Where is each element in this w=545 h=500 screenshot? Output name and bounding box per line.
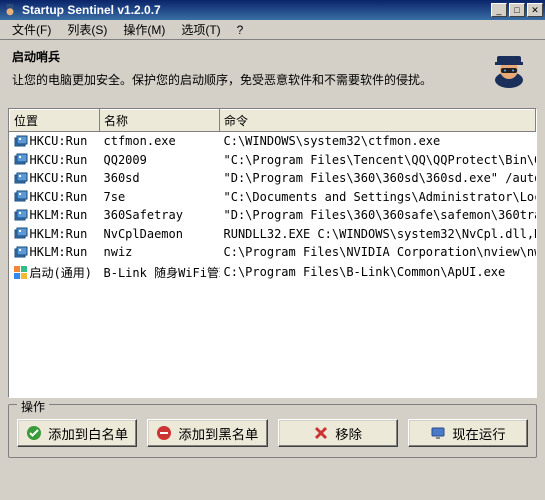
remove-label: 移除 <box>335 424 362 443</box>
menubar: 文件(F) 列表(S) 操作(M) 选项(T) ? <box>0 20 545 40</box>
running-button[interactable]: 现在运行 <box>408 419 528 447</box>
menu-list[interactable]: 列表(S) <box>59 19 115 40</box>
block-icon <box>156 425 172 441</box>
table-row[interactable]: HKCU:Run 360sd"D:\Program Files\360\360sd… <box>10 169 536 188</box>
operations-legend: 操作 <box>17 398 49 415</box>
row-location: HKCU:Run <box>30 134 88 148</box>
registry-icon <box>14 172 28 186</box>
row-location: 启动(通用) <box>30 266 92 280</box>
row-name: nwiz <box>100 243 220 262</box>
check-icon <box>26 425 42 441</box>
row-location: HKLM:Run <box>30 208 88 222</box>
blacklist-button[interactable]: 添加到黑名单 <box>147 419 267 447</box>
col-location[interactable]: 位置 <box>10 110 100 132</box>
row-command: "C:\Documents and Settings\Administrator… <box>220 188 536 207</box>
row-command: "D:\Program Files\360\360safe\safemon\36… <box>220 206 536 225</box>
table-row[interactable]: HKCU:Run QQ2009"C:\Program Files\Tencent\… <box>10 151 536 170</box>
monitor-icon <box>430 425 446 441</box>
row-name: 360Safetray <box>100 206 220 225</box>
page-description: 让您的电脑更加安全。保护您的启动顺序，免受恶意软件和不需要软件的侵扰。 <box>12 71 485 88</box>
row-command: C:\Program Files\B-Link\Common\ApUI.exe <box>220 262 536 283</box>
col-name[interactable]: 名称 <box>100 110 220 132</box>
row-location: HKLM:Run <box>30 245 88 259</box>
remove-button[interactable]: 移除 <box>278 419 398 447</box>
row-name: 360sd <box>100 169 220 188</box>
row-name: 7se <box>100 188 220 207</box>
delete-icon <box>313 425 329 441</box>
menu-operate[interactable]: 操作(M) <box>115 19 173 40</box>
minimize-button[interactable]: _ <box>491 3 507 17</box>
row-command: RUNDLL32.EXE C:\WINDOWS\system32\NvCpl.d… <box>220 225 536 244</box>
sentinel-icon <box>485 48 533 96</box>
header: 启动哨兵 让您的电脑更加安全。保护您的启动顺序，免受恶意软件和不需要软件的侵扰。 <box>0 40 545 104</box>
row-command: "C:\Program Files\Tencent\QQ\QQProtect\B… <box>220 151 536 170</box>
operations-group: 操作 添加到白名单 添加到黑名单 移除 现在运行 <box>8 404 537 458</box>
app-icon <box>2 2 18 18</box>
menu-file[interactable]: 文件(F) <box>4 19 59 40</box>
titlebar: Startup Sentinel v1.2.0.7 _ □ ✕ <box>0 0 545 20</box>
row-name: QQ2009 <box>100 151 220 170</box>
menu-help[interactable]: ? <box>229 21 252 39</box>
registry-icon <box>14 153 28 167</box>
col-command[interactable]: 命令 <box>220 110 536 132</box>
blacklist-label: 添加到黑名单 <box>178 424 258 443</box>
registry-icon <box>14 190 28 204</box>
row-name: NvCplDaemon <box>100 225 220 244</box>
registry-icon <box>14 246 28 260</box>
row-command: C:\Program Files\NVIDIA Corporation\nvie… <box>220 243 536 262</box>
row-location: HKCU:Run <box>30 171 88 185</box>
row-location: HKCU:Run <box>30 190 88 204</box>
menu-options[interactable]: 选项(T) <box>173 19 228 40</box>
row-command: "D:\Program Files\360\360sd\360sd.exe" /… <box>220 169 536 188</box>
row-location: HKLM:Run <box>30 227 88 241</box>
startup-table[interactable]: 位置 名称 命令 HKCU:Run ctfmon.exeC:\WINDOWS\sy… <box>8 108 537 398</box>
close-button[interactable]: ✕ <box>527 3 543 17</box>
table-row[interactable]: HKLM:Run 360Safetray"D:\Program Files\360… <box>10 206 536 225</box>
table-row[interactable]: 启动(通用) B-Link 随身WiFi管理工具.lnkC:\Program Fi… <box>10 262 536 283</box>
table-row[interactable]: HKLM:Run nwizC:\Program Files\NVIDIA Corp… <box>10 243 536 262</box>
registry-icon <box>14 227 28 241</box>
table-row[interactable]: HKLM:Run NvCplDaemonRUNDLL32.EXE C:\WINDO… <box>10 225 536 244</box>
startup-folder-icon <box>14 266 28 280</box>
window-title: Startup Sentinel v1.2.0.7 <box>22 3 491 17</box>
registry-icon <box>14 209 28 223</box>
page-title: 启动哨兵 <box>12 48 485 65</box>
whitelist-label: 添加到白名单 <box>48 424 128 443</box>
row-location: HKCU:Run <box>30 153 88 167</box>
table-row[interactable]: HKCU:Run 7se"C:\Documents and Settings\Ad… <box>10 188 536 207</box>
whitelist-button[interactable]: 添加到白名单 <box>17 419 137 447</box>
registry-icon <box>14 135 28 149</box>
maximize-button[interactable]: □ <box>509 3 525 17</box>
row-command: C:\WINDOWS\system32\ctfmon.exe <box>220 132 536 151</box>
running-label: 现在运行 <box>452 424 505 443</box>
row-name: B-Link 随身WiFi管理工具.lnk <box>100 262 220 283</box>
table-row[interactable]: HKCU:Run ctfmon.exeC:\WINDOWS\system32\ct… <box>10 132 536 151</box>
row-name: ctfmon.exe <box>100 132 220 151</box>
